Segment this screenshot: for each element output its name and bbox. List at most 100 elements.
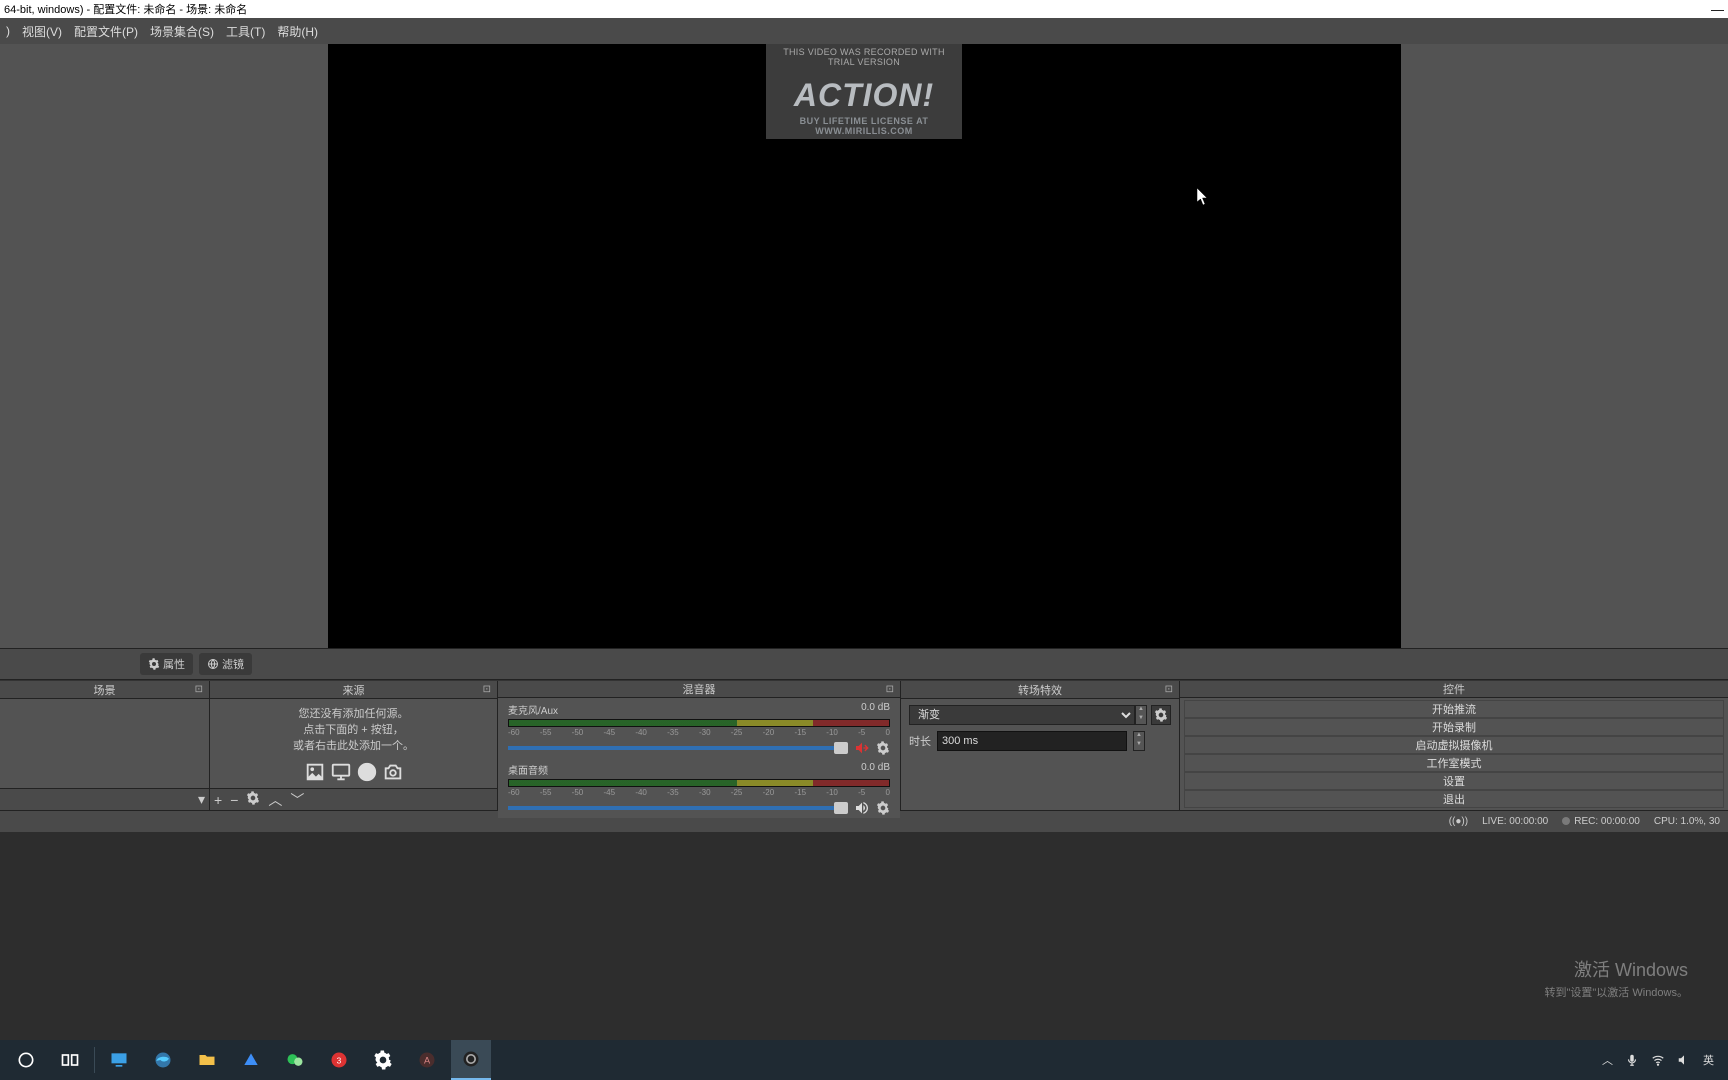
svg-text:A: A [424, 1055, 431, 1065]
scenes-popout-icon[interactable]: ⊡ [195, 684, 203, 695]
sources-popout-icon[interactable]: ⊡ [483, 684, 491, 695]
transitions-dock: 转场特效 ⊡ 渐变 ▲▼ 时长 ▲▼ [901, 681, 1180, 810]
settings-button[interactable]: 设置 [1184, 772, 1724, 790]
display-source-icon [330, 761, 352, 783]
windows-activation-watermark: 激活 Windows 转到"设置"以激活 Windows。 [1545, 956, 1689, 1000]
status-live-icon: ((●)) [1449, 816, 1468, 827]
filters-button[interactable]: 滤镜 [199, 653, 252, 675]
taskbar-app-wechat[interactable] [275, 1040, 315, 1080]
transition-select[interactable]: 渐变 [909, 705, 1135, 725]
mixer-channel-desktop: 桌面音频 0.0 dB -60-55-50-45-40-35-30-25-20-… [498, 760, 900, 816]
menubar: ) 视图(V) 配置文件(P) 场景集合(S) 工具(T) 帮助(H) [0, 18, 1728, 44]
controls-dock: 控件 开始推流 开始录制 启动虚拟摄像机 工作室模式 设置 退出 [1180, 681, 1728, 810]
camera-source-icon [382, 761, 404, 783]
sources-dock: 来源 ⊡ 您还没有添加任何源。 点击下面的 + 按钮， 或者右击此处添加一个。 … [210, 681, 498, 810]
taskbar-app-action[interactable]: A [407, 1040, 447, 1080]
transition-select-spin[interactable]: ▲▼ [1135, 705, 1147, 725]
transition-duration-input[interactable] [937, 731, 1127, 751]
menu-tools[interactable]: 工具(T) [226, 23, 265, 40]
mixer-desktop-mute-button[interactable] [854, 800, 870, 816]
transition-duration-label: 时长 [909, 733, 931, 749]
menu-view[interactable]: 视图(V) [22, 23, 62, 40]
trial-bottom: BUY LIFETIME LICENSE AT WWW.MIRILLIS.COM [772, 116, 956, 136]
remove-source-button[interactable]: − [230, 792, 238, 808]
sources-header: 来源 ⊡ [210, 681, 497, 699]
transition-duration-spin[interactable]: ▲▼ [1133, 731, 1145, 751]
status-rec-dot-icon [1562, 817, 1570, 825]
tray-ime[interactable]: 英 [1703, 1052, 1714, 1068]
status-rec: REC: 00:00:00 [1574, 816, 1640, 827]
menu-profile[interactable]: 配置文件(P) [74, 23, 138, 40]
properties-button[interactable]: 属性 [140, 653, 193, 675]
mixer-desktop-meter [508, 779, 890, 787]
docks: 场景 ⊡ ▾ 来源 ⊡ 您还没有添加任何源。 点击下面的 + 按钮， 或者右击此… [0, 680, 1728, 810]
move-source-up-button[interactable]: ︿ [268, 790, 282, 810]
taskbar-app-settings[interactable] [363, 1040, 403, 1080]
mixer-desktop-settings-button[interactable] [876, 801, 890, 815]
taskbar: 3 A ︿ 英 [0, 1040, 1728, 1080]
scenes-header: 场景 ⊡ [0, 681, 209, 699]
start-stream-button[interactable]: 开始推流 [1184, 700, 1724, 718]
tray-volume-icon[interactable] [1677, 1053, 1691, 1067]
window-titlebar: 64-bit, windows) - 配置文件: 未命名 - 场景: 未命名 — [0, 0, 1728, 18]
start-record-button[interactable]: 开始录制 [1184, 718, 1724, 736]
mixer-desktop-level: 0.0 dB [861, 762, 890, 777]
sources-empty-line3: 或者右击此处添加一个。 [293, 737, 414, 753]
transition-settings-button[interactable] [1151, 705, 1171, 725]
add-source-button[interactable]: + [214, 792, 222, 808]
mixer-dock: 混音器 ⊡ 麦克风/Aux 0.0 dB -60-55-50-45-40-35-… [498, 681, 901, 810]
mixer-mic-label: 麦克风/Aux [508, 702, 558, 717]
mixer-mic-mute-button[interactable] [854, 740, 870, 756]
source-settings-button[interactable] [246, 791, 260, 808]
move-source-down-button[interactable]: ﹀ [290, 790, 304, 810]
scenes-list[interactable] [0, 699, 209, 788]
menu-file-trunc[interactable]: ) [6, 24, 10, 38]
studio-mode-button[interactable]: 工作室模式 [1184, 754, 1724, 772]
task-view-button[interactable] [50, 1040, 90, 1080]
menu-help[interactable]: 帮助(H) [277, 23, 318, 40]
minimize-button[interactable]: — [1711, 2, 1724, 17]
mixer-mic-settings-button[interactable] [876, 741, 890, 755]
exit-button[interactable]: 退出 [1184, 790, 1724, 808]
globe-source-icon [356, 761, 378, 783]
tray-mic-icon[interactable] [1625, 1053, 1639, 1067]
sources-list[interactable]: 您还没有添加任何源。 点击下面的 + 按钮， 或者右击此处添加一个。 [210, 699, 497, 788]
taskbar-app-desktop[interactable] [99, 1040, 139, 1080]
taskbar-app-obs[interactable] [451, 1040, 491, 1080]
mixer-desktop-ticks: -60-55-50-45-40-35-30-25-20-15-10-50 [508, 788, 890, 797]
scenes-filter-button[interactable]: ▾ [198, 791, 205, 808]
sources-empty-line1: 您还没有添加任何源。 [299, 705, 409, 721]
mixer-mic-level: 0.0 dB [861, 702, 890, 717]
start-virtualcam-button[interactable]: 启动虚拟摄像机 [1184, 736, 1724, 754]
mixer-mic-slider[interactable] [508, 746, 848, 750]
transitions-header: 转场特效 ⊡ [901, 681, 1179, 699]
preview-canvas[interactable]: THIS VIDEO WAS RECORDED WITH TRIAL VERSI… [328, 44, 1401, 648]
trial-top: THIS VIDEO WAS RECORDED WITH TRIAL VERSI… [772, 47, 956, 67]
transitions-popout-icon[interactable]: ⊡ [1165, 684, 1173, 695]
start-button[interactable] [6, 1040, 46, 1080]
mixer-mic-meter [508, 719, 890, 727]
status-live: LIVE: 00:00:00 [1482, 816, 1548, 827]
mixer-popout-icon[interactable]: ⊡ [886, 684, 894, 695]
taskbar-app-feishu[interactable] [231, 1040, 271, 1080]
status-cpu: CPU: 1.0%, 30 [1654, 816, 1720, 827]
context-toolbar: 属性 滤镜 [0, 648, 1728, 680]
trial-banner: THIS VIDEO WAS RECORDED WITH TRIAL VERSI… [766, 44, 962, 139]
mixer-mic-ticks: -60-55-50-45-40-35-30-25-20-15-10-50 [508, 728, 890, 737]
sources-empty-line2: 点击下面的 + 按钮， [303, 721, 404, 737]
trial-logo: ACTION! BUY LIFETIME LICENSE AT WWW.MIRI… [772, 77, 956, 136]
mixer-header: 混音器 ⊡ [498, 681, 900, 698]
tray-wifi-icon[interactable] [1651, 1053, 1665, 1067]
taskbar-separator [94, 1047, 95, 1073]
tray-chevron-up-icon[interactable]: ︿ [1602, 1052, 1613, 1068]
svg-text:3: 3 [337, 1055, 342, 1065]
taskbar-app-red[interactable]: 3 [319, 1040, 359, 1080]
preview-area: THIS VIDEO WAS RECORDED WITH TRIAL VERSI… [0, 44, 1728, 648]
scenes-dock: 场景 ⊡ ▾ [0, 681, 210, 810]
menu-scene-collection[interactable]: 场景集合(S) [150, 23, 214, 40]
taskbar-app-explorer[interactable] [187, 1040, 227, 1080]
mixer-channel-mic: 麦克风/Aux 0.0 dB -60-55-50-45-40-35-30-25-… [498, 700, 900, 756]
mixer-desktop-slider[interactable] [508, 806, 848, 810]
image-source-icon [304, 761, 326, 783]
taskbar-app-edge[interactable] [143, 1040, 183, 1080]
